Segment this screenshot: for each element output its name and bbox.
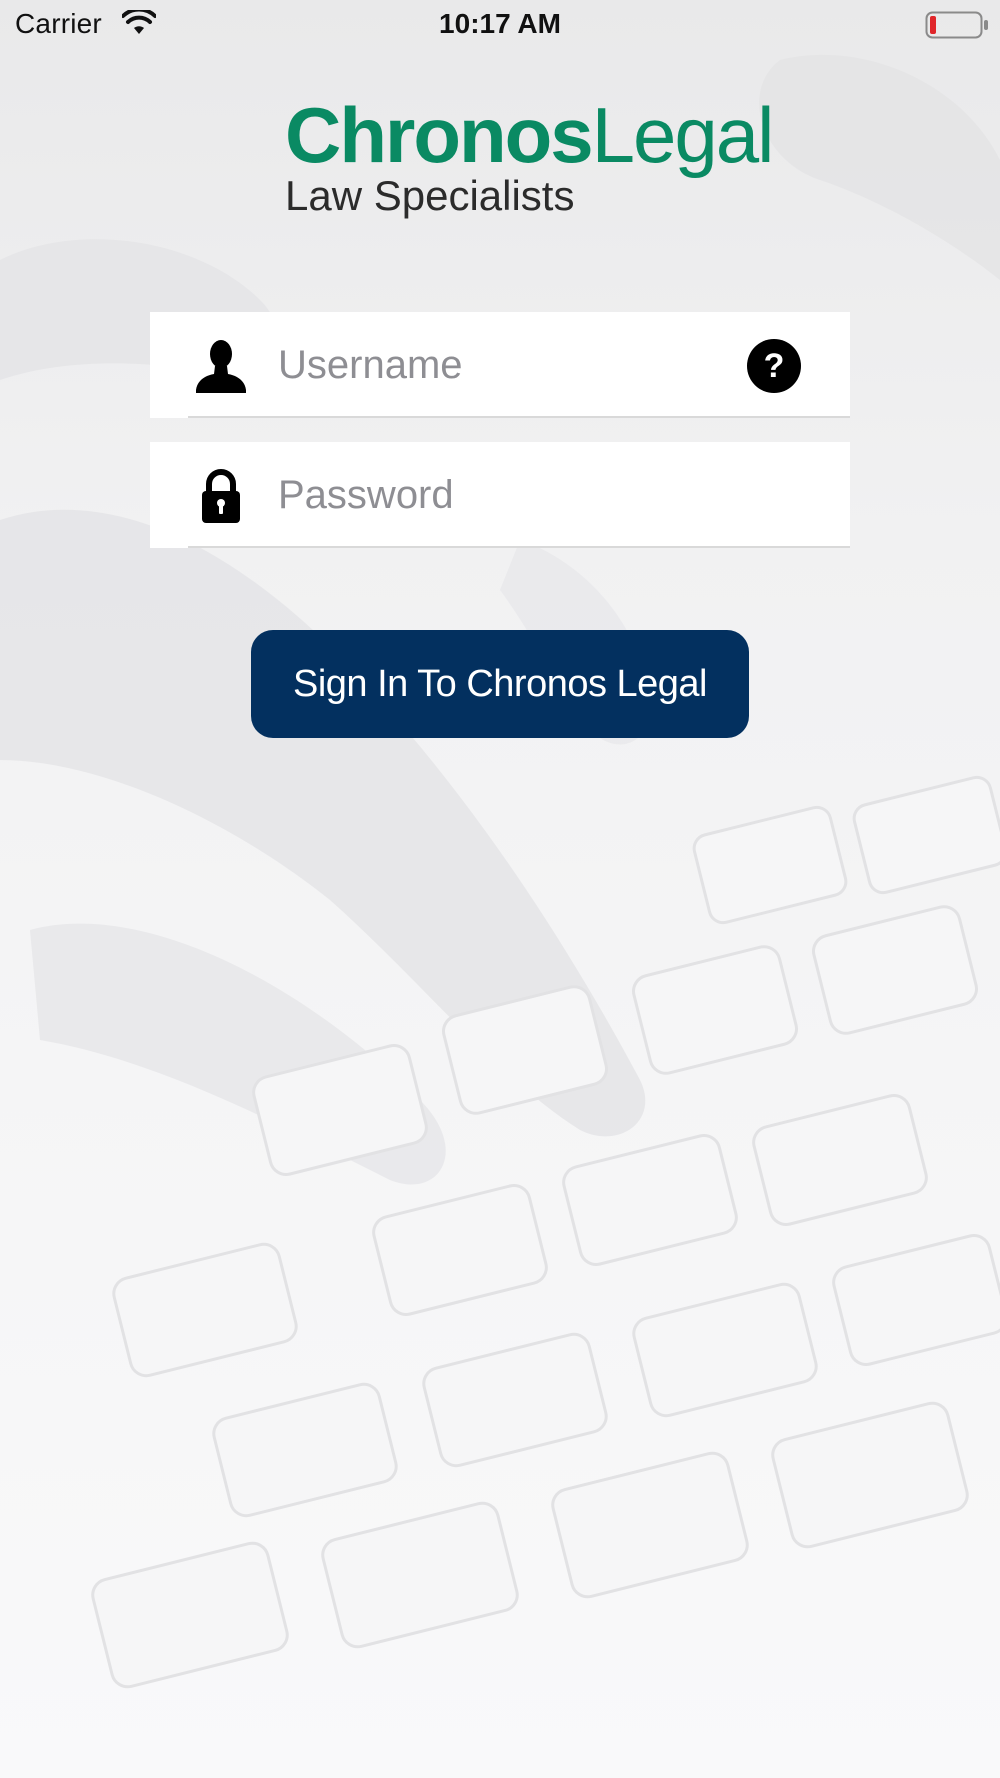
logo-wordmark: ChronosLegal (285, 90, 775, 180)
username-input[interactable] (278, 334, 718, 396)
password-divider (188, 546, 850, 548)
status-time: 10:17 AM (439, 8, 561, 39)
background-image (0, 0, 1000, 1778)
username-field: ? (150, 312, 850, 418)
password-input[interactable] (278, 464, 718, 526)
user-icon (195, 338, 247, 394)
logo-name-light: Legal (591, 91, 775, 179)
logo-name-strong: Chronos (285, 91, 594, 179)
lock-icon (195, 468, 247, 524)
logo-tagline: Law Specialists (285, 172, 575, 219)
help-icon[interactable]: ? (747, 339, 801, 393)
battery-low-icon (925, 11, 989, 39)
password-field (150, 442, 850, 548)
status-bar: Carrier 10:17 AM (0, 0, 1000, 50)
sign-in-button[interactable]: Sign In To Chronos Legal (251, 630, 749, 738)
username-divider (188, 416, 850, 418)
chronos-legal-logo: ChronosLegal Law Specialists (285, 90, 775, 220)
